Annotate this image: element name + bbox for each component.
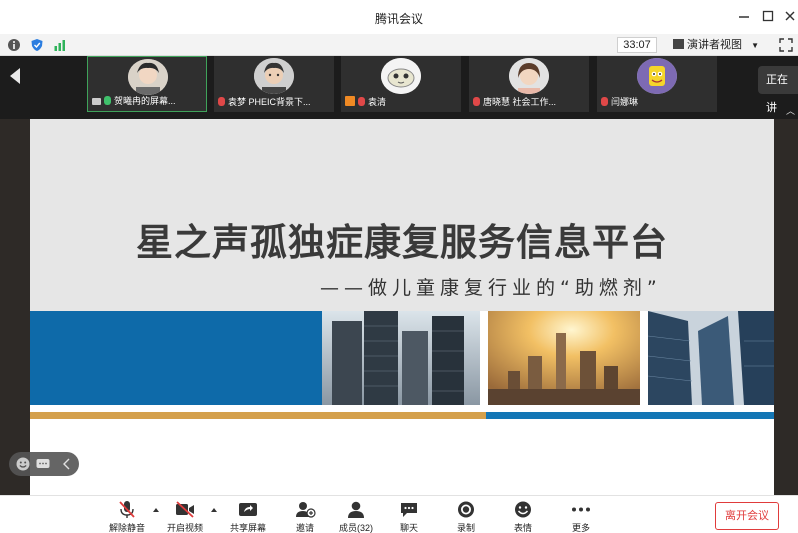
microphone-muted-icon xyxy=(601,97,608,106)
participant-tile[interactable]: 贺曦冉的屏幕... xyxy=(87,56,207,112)
info-icon[interactable] xyxy=(7,38,21,52)
close-button[interactable] xyxy=(783,9,797,23)
more-label: 更多 xyxy=(571,523,590,533)
video-options-caret-icon[interactable] xyxy=(211,508,217,512)
speaker-view-icon xyxy=(673,39,684,49)
members-button[interactable]: 成员(32) xyxy=(335,500,377,533)
start-video-button[interactable]: 开启视频 xyxy=(164,500,206,533)
city-skyscraper-image xyxy=(322,311,480,405)
members-icon xyxy=(348,501,364,518)
shared-screen-area: 星之声孤独症康复服务信息平台 ——做儿童康复行业的“助燃剂” xyxy=(0,119,798,495)
participant-tile[interactable]: 唐晓慧 社会工作... xyxy=(469,56,589,112)
reactions-button[interactable]: 表情 xyxy=(508,500,538,533)
audio-options-caret-icon[interactable] xyxy=(153,508,159,512)
speaking-indicator: 正在讲 xyxy=(758,66,798,114)
screen-share-icon xyxy=(92,98,101,105)
avatar xyxy=(381,58,421,94)
leave-meeting-button[interactable]: 离开会议 xyxy=(715,502,779,530)
microphone-muted-icon xyxy=(119,501,135,518)
title-bar: 腾讯会议 xyxy=(0,0,798,34)
floating-toolbar xyxy=(9,452,79,476)
user-avatar-icon xyxy=(345,96,355,106)
maximize-icon xyxy=(762,10,774,22)
chat-bubble-icon[interactable] xyxy=(35,456,51,472)
emoji-icon xyxy=(515,501,531,518)
record-button[interactable]: 录制 xyxy=(451,500,481,533)
fullscreen-icon[interactable] xyxy=(779,38,793,52)
avatar xyxy=(254,58,294,94)
status-bar: 33:07 演讲者视图 ▼ xyxy=(0,34,798,56)
emoji-reaction-icon[interactable] xyxy=(15,456,31,472)
participant-label: 闫娜琳 xyxy=(601,96,713,109)
unmute-button[interactable]: 解除静音 xyxy=(106,500,148,533)
share-screen-button[interactable]: 共享屏幕 xyxy=(226,500,270,533)
slide-gold-stripe xyxy=(30,412,486,419)
microphone-muted-icon xyxy=(473,97,480,106)
reactions-label: 表情 xyxy=(513,523,532,533)
chat-button[interactable]: 聊天 xyxy=(394,500,424,533)
participant-tile[interactable]: 袁梦 PHEIC背景下... xyxy=(214,56,334,112)
participant-label: 袁梦 PHEIC背景下... xyxy=(218,96,330,109)
microphone-muted-icon xyxy=(218,97,225,106)
more-button[interactable]: 更多 xyxy=(566,500,596,533)
members-label: 成员(32) xyxy=(338,523,373,533)
microphone-on-icon xyxy=(104,96,111,105)
participant-label: 唐晓慧 社会工作... xyxy=(473,96,585,109)
participant-tile[interactable]: 闫娜琳 xyxy=(597,56,717,112)
city-sunset-image xyxy=(488,311,640,405)
meeting-window: 腾讯会议 33:07 演讲者视图 ▼ 贺曦冉的屏幕... 袁梦 PHEIC背景下… xyxy=(0,0,798,533)
avatar xyxy=(128,59,168,95)
chevron-left-icon[interactable] xyxy=(59,456,75,472)
avatar xyxy=(637,58,677,94)
participant-strip: 贺曦冉的屏幕... 袁梦 PHEIC背景下... 袁清 唐晓慧 社会工作... … xyxy=(0,56,798,119)
presentation-slide: 星之声孤独症康复服务信息平台 ——做儿童康复行业的“助燃剂” xyxy=(30,119,774,495)
invite-label: 邀请 xyxy=(295,523,314,533)
participant-label: 袁清 xyxy=(345,96,457,109)
network-signal-icon[interactable] xyxy=(53,38,67,52)
more-dots-icon xyxy=(572,507,590,512)
participant-tile[interactable]: 袁清 xyxy=(341,56,461,112)
close-icon xyxy=(785,11,795,21)
meeting-toolbar: 解除静音 开启视频 共享屏幕 邀请 成员(32) 聊天 录制 表情 更多 离开会… xyxy=(0,495,798,533)
maximize-button[interactable] xyxy=(761,9,775,23)
slide-title: 星之声孤独症康复服务信息平台 xyxy=(136,221,668,264)
participant-label: 贺曦冉的屏幕... xyxy=(92,95,202,108)
minimize-button[interactable] xyxy=(737,9,751,23)
microphone-muted-icon xyxy=(358,97,365,106)
avatar xyxy=(509,58,549,94)
invite-button[interactable]: 邀请 xyxy=(290,500,320,533)
strip-prev-arrow-icon[interactable] xyxy=(10,68,20,84)
share-screen-label: 共享屏幕 xyxy=(229,523,266,533)
slide-subtitle: ——做儿童康复行业的“助燃剂” xyxy=(320,277,662,299)
meeting-timer: 33:07 xyxy=(617,37,657,53)
security-shield-icon[interactable] xyxy=(30,38,44,52)
collapse-strip-icon[interactable]: ︿ xyxy=(786,104,795,117)
minimize-icon xyxy=(739,16,749,18)
chat-label: 聊天 xyxy=(399,523,418,533)
record-icon xyxy=(458,501,474,518)
slide-blue-banner xyxy=(30,311,322,405)
view-mode-selector[interactable]: 演讲者视图 ▼ xyxy=(673,37,765,53)
chevron-down-icon: ▼ xyxy=(751,41,759,50)
unmute-label: 解除静音 xyxy=(108,523,145,533)
share-screen-icon xyxy=(239,503,257,516)
slide-blue-stripe xyxy=(486,412,774,419)
view-mode-label: 演讲者视图 xyxy=(687,39,742,51)
video-camera-off-icon xyxy=(176,501,194,518)
window-title: 腾讯会议 xyxy=(374,12,423,26)
start-video-label: 开启视频 xyxy=(166,523,203,533)
invite-user-icon xyxy=(296,502,316,518)
glass-towers-image xyxy=(648,311,774,405)
record-label: 录制 xyxy=(456,523,475,533)
chat-icon xyxy=(401,503,417,517)
